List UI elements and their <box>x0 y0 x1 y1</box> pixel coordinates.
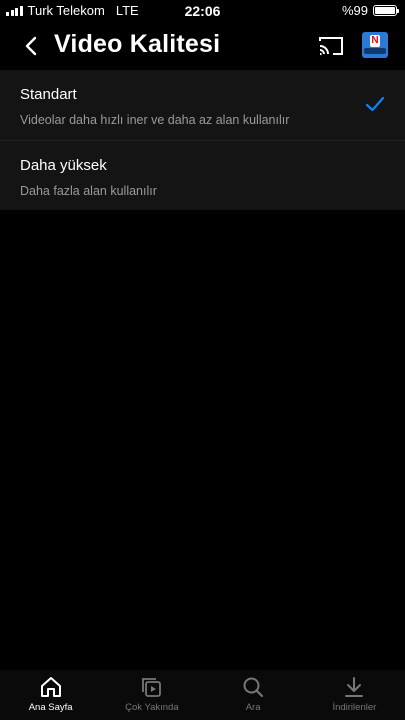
option-title: Daha yüksek <box>20 157 107 174</box>
tab-label: Ara <box>245 702 261 713</box>
option-standart[interactable]: Standart Videolar daha hızlı iner ve dah… <box>0 70 405 140</box>
option-description: Daha fazla alan kullanılır <box>20 184 157 198</box>
bottom-tab-bar: Ana Sayfa Çok Yakında Ara İndirilenler <box>0 670 405 720</box>
cast-icon <box>319 37 343 56</box>
page-title: Video Kalitesi <box>54 30 221 58</box>
battery-fill <box>375 7 395 14</box>
option-daha-yuksek[interactable]: Daha yüksek Daha fazla alan kullanılır <box>0 140 405 210</box>
coming-soon-icon <box>141 678 161 697</box>
battery-percentage: %99 <box>341 3 368 18</box>
avatar-letter: N <box>370 35 380 47</box>
back-button[interactable] <box>20 34 44 58</box>
cast-button[interactable] <box>318 35 344 57</box>
tab-search[interactable]: Ara <box>203 670 304 720</box>
checkmark-icon <box>365 96 385 112</box>
tab-home[interactable]: Ana Sayfa <box>0 670 101 720</box>
download-icon <box>345 677 364 697</box>
option-title: Standart <box>20 86 77 103</box>
home-icon <box>40 677 61 697</box>
status-bar: Turk Telekom LTE 22:06 %99 <box>0 0 405 22</box>
tab-coming-soon[interactable]: Çok Yakında <box>101 670 202 720</box>
tab-label: Ana Sayfa <box>28 702 73 713</box>
status-right: %99 <box>341 3 399 18</box>
tab-label: Çok Yakında <box>125 702 179 713</box>
tab-downloads[interactable]: İndirilenler <box>304 670 405 720</box>
chevron-left-icon <box>25 36 37 56</box>
quality-options-list: Standart Videolar daha hızlı iner ve dah… <box>0 70 405 210</box>
search-icon <box>243 677 264 698</box>
option-description: Videolar daha hızlı iner ve daha az alan… <box>20 113 290 127</box>
avatar-decoration <box>364 48 386 54</box>
tab-label: İndirilenler <box>332 702 377 713</box>
profile-avatar[interactable]: N <box>362 32 388 58</box>
header: Video Kalitesi N <box>0 22 405 70</box>
battery-icon <box>373 5 399 16</box>
